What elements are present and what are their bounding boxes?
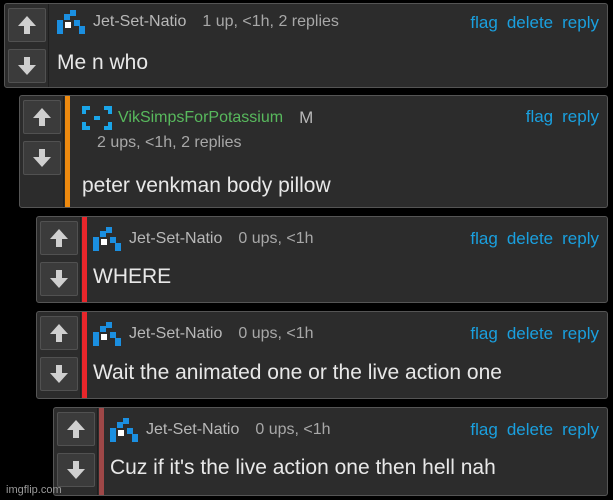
vote-column <box>37 312 81 398</box>
reply-link[interactable]: reply <box>562 13 599 33</box>
downvote-button[interactable] <box>40 357 78 391</box>
vote-column <box>54 408 98 495</box>
comment-text: peter venkman body pillow <box>82 174 331 197</box>
vote-column <box>37 217 81 302</box>
comment-meta: Jet-Set-Natio 0 ups, <1h <box>93 322 314 346</box>
comment-actions: flag delete reply <box>470 229 599 249</box>
comment-meta: Jet-Set-Natio 0 ups, <1h <box>93 227 314 251</box>
downvote-button[interactable] <box>8 49 46 83</box>
comment-text: WHERE <box>93 265 172 288</box>
downvote-button[interactable] <box>40 262 78 296</box>
reply-link[interactable]: reply <box>562 324 599 344</box>
vote-column <box>20 96 64 207</box>
comment-text: Cuz if it's the live action one then hel… <box>110 456 496 479</box>
reply-link[interactable]: reply <box>562 229 599 249</box>
username[interactable]: Jet-Set-Natio <box>129 325 222 343</box>
comment-4: Jet-Set-Natio 0 ups, <1h flag delete rep… <box>36 311 608 399</box>
comment-stats: 0 ups, <1h <box>238 325 314 342</box>
arrow-down-icon <box>48 268 70 290</box>
arrow-up-icon <box>48 227 70 249</box>
flag-link[interactable]: flag <box>526 107 553 127</box>
username[interactable]: Jet-Set-Natio <box>93 13 186 31</box>
upvote-button[interactable] <box>23 100 61 134</box>
upvote-button[interactable] <box>40 221 78 255</box>
comment-actions: flag delete reply <box>470 324 599 344</box>
comment-actions: flag reply <box>526 107 599 127</box>
comment-text: Me n who <box>57 51 149 74</box>
downvote-button[interactable] <box>23 141 61 175</box>
comment-stats: 0 ups, <1h <box>238 230 314 247</box>
thread-bar <box>82 217 87 302</box>
username[interactable]: Jet-Set-Natio <box>146 421 239 439</box>
arrow-down-icon <box>16 55 38 77</box>
flag-link[interactable]: flag <box>470 229 497 249</box>
upvote-button[interactable] <box>40 316 78 350</box>
arrow-up-icon <box>65 418 87 440</box>
flag-link[interactable]: flag <box>470 13 497 33</box>
comment-meta: Jet-Set-Natio 1 up, <1h, 2 replies <box>57 10 339 34</box>
pixel-avatar-icon[interactable] <box>57 10 87 34</box>
comment-meta: VikSimpsForPotassium M <box>82 106 313 130</box>
flag-link[interactable]: flag <box>470 324 497 344</box>
delete-link[interactable]: delete <box>507 229 553 249</box>
comment-2: VikSimpsForPotassium M 2 ups, <1h, 2 rep… <box>19 95 608 208</box>
arrow-down-icon <box>65 459 87 481</box>
comment-stats: 1 up, <1h, 2 replies <box>202 13 339 30</box>
arrow-down-icon <box>31 147 53 169</box>
comment-meta: Jet-Set-Natio 0 ups, <1h <box>110 418 331 442</box>
flag-link[interactable]: flag <box>470 420 497 440</box>
vote-column <box>5 4 49 87</box>
delete-link[interactable]: delete <box>507 13 553 33</box>
username[interactable]: Jet-Set-Natio <box>129 230 222 248</box>
downvote-button[interactable] <box>57 453 95 487</box>
reply-link[interactable]: reply <box>562 107 599 127</box>
thread-bar <box>99 408 104 495</box>
comment-5: Jet-Set-Natio 0 ups, <1h flag delete rep… <box>53 407 608 496</box>
delete-link[interactable]: delete <box>507 420 553 440</box>
comment-text: Wait the animated one or the live action… <box>93 361 502 384</box>
delete-link[interactable]: delete <box>507 324 553 344</box>
comment-actions: flag delete reply <box>470 420 599 440</box>
mod-badge: M <box>299 108 314 127</box>
comment-stats: 2 ups, <1h, 2 replies <box>97 134 242 151</box>
comment-3: Jet-Set-Natio 0 ups, <1h flag delete rep… <box>36 216 608 303</box>
pixel-avatar-icon[interactable] <box>82 106 112 130</box>
upvote-button[interactable] <box>57 412 95 446</box>
comment-actions: flag delete reply <box>470 13 599 33</box>
reply-link[interactable]: reply <box>562 420 599 440</box>
pixel-avatar-icon[interactable] <box>110 418 140 442</box>
pixel-avatar-icon[interactable] <box>93 227 123 251</box>
username[interactable]: VikSimpsForPotassium <box>118 109 283 127</box>
upvote-button[interactable] <box>8 8 46 42</box>
thread-bar <box>65 96 70 207</box>
comment-1: Jet-Set-Natio 1 up, <1h, 2 replies flag … <box>4 3 608 88</box>
arrow-up-icon <box>31 106 53 128</box>
watermark: imgflip.com <box>6 484 62 496</box>
arrow-down-icon <box>48 363 70 385</box>
arrow-up-icon <box>16 14 38 36</box>
pixel-avatar-icon[interactable] <box>93 322 123 346</box>
arrow-up-icon <box>48 322 70 344</box>
thread-bar <box>82 312 87 398</box>
comment-stats: 0 ups, <1h <box>255 421 331 438</box>
